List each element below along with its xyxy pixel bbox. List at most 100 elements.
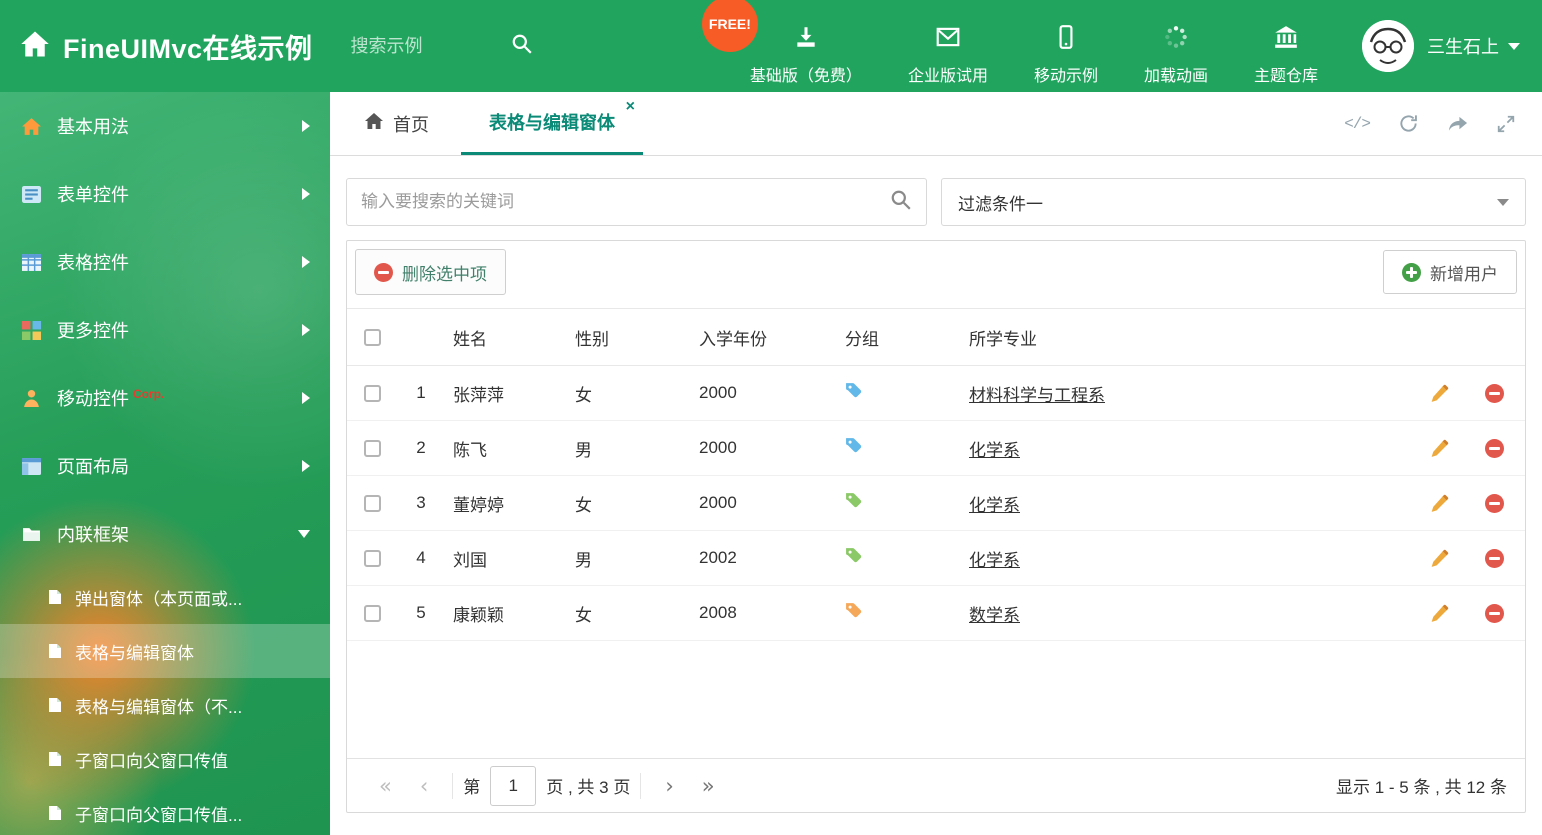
column-header-major: 所学专业 [969,329,1037,349]
header-search-input[interactable] [350,35,511,57]
search-icon[interactable] [511,33,533,60]
sidebar-subitem-grid-edit-window-2[interactable]: 表格与编辑窗体（不... [0,678,330,732]
delete-icon[interactable] [1484,548,1504,568]
pagination-bar: « ‹ 第 页 , 共 3 页 › » 显示 1 - 5 条 , 共 12 条 [347,758,1525,812]
table-row: 2 陈飞 男 2000 化学系 [347,421,1525,476]
row-checkbox[interactable] [363,494,381,512]
sidebar-item-more-controls[interactable]: 更多控件 [0,296,330,364]
tab-grid-edit-window[interactable]: 表格与编辑窗体 × [461,92,643,155]
avatar[interactable] [1362,20,1414,72]
cell-year: 2000 [699,383,737,402]
major-link[interactable]: 化学系 [969,551,1020,570]
share-icon[interactable] [1447,113,1468,134]
nav-item-mobile-demo[interactable]: 移动示例 [1034,24,1098,86]
chevron-down-icon [298,530,310,538]
keyword-search[interactable] [346,178,927,226]
page-number-input[interactable] [490,765,537,806]
search-icon[interactable] [890,189,912,216]
sidebar-item-grid-controls[interactable]: 表格控件 [0,228,330,296]
chevron-right-icon [302,120,310,132]
file-icon [48,697,62,713]
sidebar-item-mobile-controls[interactable]: 移动控件 Corp. [0,364,330,432]
delete-selected-button[interactable]: 删除选中项 [355,249,506,295]
sidebar-item-iframe[interactable]: 内联框架 [0,500,330,568]
prev-page-button[interactable]: ‹ [406,774,442,798]
chevron-right-icon [302,392,310,404]
sidebar-item-page-layout[interactable]: 页面布局 [0,432,330,500]
grid-panel: 删除选中项 新增用户 姓名 性别 入学年份 分组 所学专业 1 张萍萍 女 20… [346,240,1526,813]
nav-item-theme-repo[interactable]: 主题仓库 [1254,24,1318,86]
row-checkbox[interactable] [363,549,381,567]
tab-bar: 首页 表格与编辑窗体 × </> [330,92,1542,156]
divider [640,772,642,799]
delete-icon[interactable] [1484,438,1504,458]
tab-tools: </> [1344,92,1542,155]
sidebar-subitem-child-to-parent-2[interactable]: 子窗口向父窗口传值... [0,786,330,835]
delete-icon[interactable] [1484,603,1504,623]
user-menu[interactable]: 三生石上 [1362,20,1542,72]
file-icon [48,805,62,821]
keyword-search-input[interactable] [361,192,890,212]
envelope-icon [935,24,961,55]
filter-dropdown-value: 过滤条件一 [958,194,1043,214]
tag-icon[interactable] [845,492,862,509]
chevron-down-icon [1497,198,1509,206]
nav-item-enterprise-trial[interactable]: 企业版试用 [908,24,988,86]
column-header-gender: 性别 [575,329,609,349]
home-icon [20,30,50,63]
filter-dropdown[interactable]: 过滤条件一 [941,178,1526,226]
nav-item-loading-animation[interactable]: 加载动画 [1144,24,1208,86]
edit-icon[interactable] [1430,549,1449,568]
table-header: 姓名 性别 入学年份 分组 所学专业 [347,308,1525,366]
edit-icon[interactable] [1430,439,1449,458]
record-summary: 显示 1 - 5 条 , 共 12 条 [1336,778,1507,797]
last-page-button[interactable]: » [688,774,729,798]
user-name: 三生石上 [1427,37,1499,57]
sidebar-subitem-popup-window[interactable]: 弹出窗体（本页面或... [0,570,330,624]
delete-icon[interactable] [1484,383,1504,403]
header-search[interactable] [350,33,561,60]
file-icon [48,751,62,767]
edit-icon[interactable] [1430,604,1449,623]
nav-item-basic-free[interactable]: FREE! 基础版（免费） [701,0,862,86]
edit-icon[interactable] [1430,494,1449,513]
tag-icon[interactable] [845,602,862,619]
table-row: 5 康颖颖 女 2008 数学系 [347,586,1525,641]
tab-home[interactable]: 首页 [348,92,445,155]
select-all-checkbox[interactable] [363,328,381,346]
tag-icon[interactable] [845,547,862,564]
row-number: 2 [416,438,426,457]
chevron-down-icon [1508,42,1520,50]
tab-close-icon[interactable]: × [626,99,635,115]
refresh-icon[interactable] [1398,113,1419,134]
edit-icon[interactable] [1430,384,1449,403]
bank-icon [1273,24,1299,55]
view-source-icon[interactable]: </> [1344,115,1371,133]
expand-icon[interactable] [1496,114,1516,134]
tag-icon[interactable] [845,437,862,454]
major-link[interactable]: 化学系 [969,441,1020,460]
row-checkbox[interactable] [363,439,381,457]
app-header: FineUIMvc在线示例 FREE! 基础版（免费） 企业版试用 移动示例 [0,0,1542,92]
brand[interactable]: FineUIMvc在线示例 [0,27,313,66]
sidebar-item-form-controls[interactable]: 表单控件 [0,160,330,228]
row-checkbox[interactable] [363,384,381,402]
next-page-button[interactable]: › [651,774,687,798]
row-checkbox[interactable] [363,604,381,622]
first-page-button[interactable]: « [365,774,406,798]
sidebar-subitem-grid-edit-window[interactable]: 表格与编辑窗体 [0,624,330,678]
form-icon [20,185,42,203]
file-icon [48,643,62,659]
major-link[interactable]: 化学系 [969,496,1020,515]
tag-icon[interactable] [845,382,862,399]
major-link[interactable]: 数学系 [969,606,1020,625]
column-header-name: 姓名 [453,329,487,349]
delete-icon[interactable] [1484,493,1504,513]
sidebar-item-basic-usage[interactable]: 基本用法 [0,92,330,160]
download-icon [793,24,819,55]
cell-gender: 女 [575,495,592,515]
person-icon [20,389,42,408]
major-link[interactable]: 材料科学与工程系 [969,386,1105,405]
add-user-button[interactable]: 新增用户 [1383,250,1517,294]
sidebar-subitem-child-to-parent[interactable]: 子窗口向父窗口传值 [0,732,330,786]
